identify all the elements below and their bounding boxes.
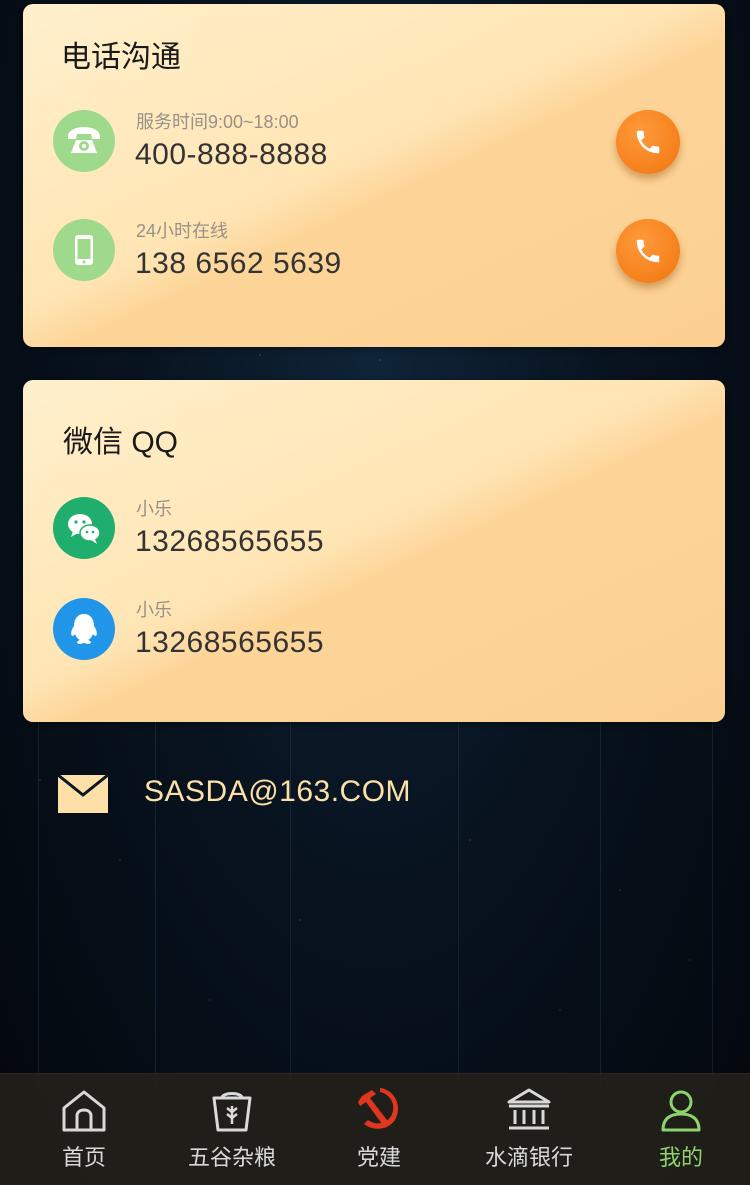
wechat-icon: [53, 497, 115, 559]
phone-handset-icon: [636, 239, 660, 263]
phone-contact-card: 电话沟通 服务时间9:00~18:00 400-888-8888 24小时在线 …: [23, 4, 725, 347]
call-hotline-button[interactable]: [616, 110, 680, 174]
tab-mine[interactable]: 我的: [631, 1074, 731, 1185]
mail-icon: [58, 775, 108, 813]
tab-water-bank-label: 水滴银行: [484, 1145, 573, 1170]
hotline-number: 400-888-8888: [135, 138, 328, 171]
wechat-id: 13268565655: [135, 525, 325, 558]
grain-basket-icon: [208, 1074, 256, 1134]
mobile-phone-icon: [53, 219, 115, 281]
home-icon: [60, 1074, 108, 1134]
phone-card-title: 电话沟通: [61, 41, 181, 74]
tab-party-building-label: 党建: [356, 1145, 401, 1170]
bank-icon: [505, 1074, 553, 1134]
tab-water-bank[interactable]: 水滴银行: [470, 1074, 588, 1185]
tab-grains[interactable]: 五谷杂粮: [172, 1074, 292, 1185]
telephone-icon: [53, 110, 115, 172]
qq-icon: [53, 598, 115, 660]
user-icon: [657, 1074, 705, 1134]
phone-row-hotline: 服务时间9:00~18:00 400-888-8888: [53, 110, 725, 180]
social-contact-card: 微信 QQ 小乐 13268565655 小乐 13268565655: [23, 380, 725, 722]
email-row[interactable]: SASDA@163.COM: [58, 774, 658, 814]
phone-handset-icon: [636, 130, 660, 154]
background-line: [712, 720, 713, 1094]
tab-mine-label: 我的: [658, 1145, 703, 1170]
tab-home-label: 首页: [61, 1145, 106, 1170]
email-address: SASDA@163.COM: [144, 775, 412, 808]
social-card-title: 微信 QQ: [63, 426, 179, 459]
hotline-caption: 服务时间9:00~18:00: [136, 112, 299, 132]
qq-number: 13268565655: [135, 626, 325, 659]
mobile-number: 138 6562 5639: [135, 247, 342, 280]
wechat-nickname: 小乐: [136, 499, 172, 519]
background-line: [38, 720, 39, 1094]
qq-nickname: 小乐: [136, 600, 172, 620]
mobile-caption: 24小时在线: [136, 221, 229, 241]
tab-grains-label: 五谷杂粮: [187, 1145, 276, 1170]
qq-row[interactable]: 小乐 13268565655: [53, 598, 725, 668]
party-emblem-icon: [354, 1074, 404, 1134]
tab-home[interactable]: 首页: [34, 1074, 134, 1185]
phone-row-mobile: 24小时在线 138 6562 5639: [53, 219, 725, 289]
wechat-row[interactable]: 小乐 13268565655: [53, 497, 725, 567]
call-mobile-button[interactable]: [616, 219, 680, 283]
tab-party-building[interactable]: 党建: [329, 1074, 429, 1185]
bottom-tab-bar: 首页 五谷杂粮 党建 水滴银行 我的: [0, 1073, 750, 1185]
